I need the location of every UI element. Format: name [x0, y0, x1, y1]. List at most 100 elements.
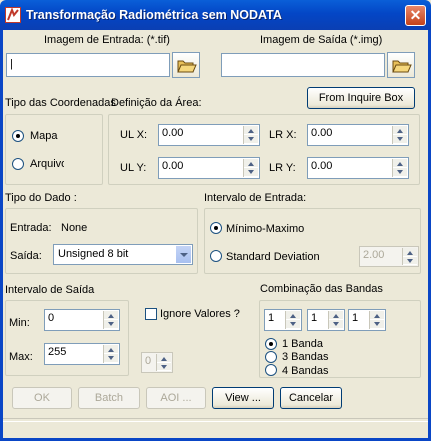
- band-1-spinner[interactable]: [285, 311, 300, 329]
- spin-up-icon[interactable]: [370, 311, 384, 320]
- bands-3-radio[interactable]: [265, 351, 277, 363]
- lry-label: LR Y:: [269, 162, 296, 174]
- uly-input[interactable]: 0.00: [158, 157, 260, 179]
- spin-up-icon[interactable]: [329, 311, 343, 320]
- area-definition-label: Definição da Área:: [111, 97, 202, 109]
- spin-down-icon[interactable]: [104, 320, 118, 329]
- spin-down-icon: [157, 363, 171, 371]
- band-2-spinner[interactable]: [328, 311, 343, 329]
- interval-minmax-label: Mínimo-Maximo: [226, 223, 305, 235]
- data-input-value: None: [61, 222, 88, 234]
- spin-down-icon[interactable]: [329, 320, 343, 329]
- data-output-value: Unsigned 8 bit: [58, 248, 129, 260]
- lrx-label: LR X:: [269, 129, 297, 141]
- spin-up-icon[interactable]: [393, 159, 407, 168]
- interval-minmax-radio[interactable]: [210, 222, 222, 234]
- lrx-input[interactable]: 0.00: [307, 124, 409, 146]
- input-image-label: Imagem de Entrada: (*.tif): [44, 34, 170, 46]
- input-interval-label: Intervalo de Entrada:: [204, 192, 307, 204]
- coords-mapa-label: Mapa: [30, 130, 58, 142]
- band-2-value: 1: [311, 312, 318, 324]
- band-2-input[interactable]: 1: [307, 309, 345, 331]
- output-image-field[interactable]: [221, 53, 385, 77]
- ulx-input[interactable]: 0.00: [158, 124, 260, 146]
- spin-down-icon[interactable]: [104, 354, 118, 363]
- output-interval-label: Intervalo de Saída: [5, 284, 95, 296]
- spin-up-icon[interactable]: [286, 311, 300, 320]
- spin-up-icon: [403, 248, 417, 257]
- spin-up-icon[interactable]: [393, 126, 407, 135]
- lry-value: 0.00: [311, 160, 333, 172]
- chevron-down-icon[interactable]: [175, 246, 191, 263]
- ignore-value-spinner: [156, 354, 171, 371]
- stddev-value: 2.00: [363, 249, 385, 261]
- lry-spinner[interactable]: [392, 159, 407, 177]
- spin-down-icon[interactable]: [370, 320, 384, 329]
- min-value: 0: [48, 312, 55, 324]
- input-image-value: |: [10, 58, 13, 70]
- spin-down-icon[interactable]: [286, 320, 300, 329]
- ulx-label: UL X:: [120, 129, 148, 141]
- min-input[interactable]: 0: [44, 309, 120, 331]
- input-browse-button[interactable]: [172, 52, 200, 78]
- lrx-value: 0.00: [311, 127, 333, 139]
- ignore-value-input: 0: [141, 352, 173, 373]
- interval-stddev-radio[interactable]: [210, 250, 222, 262]
- coords-arquivo-radio[interactable]: [12, 158, 24, 170]
- spin-down-icon[interactable]: [393, 135, 407, 144]
- spin-down-icon[interactable]: [244, 135, 258, 144]
- spin-down-icon[interactable]: [244, 168, 258, 177]
- bands-4-label: 4 Bandas: [282, 365, 329, 377]
- max-value: 255: [48, 346, 67, 358]
- band-3-spinner[interactable]: [369, 311, 384, 329]
- min-label: Min:: [9, 317, 30, 329]
- input-image-field[interactable]: |: [6, 53, 170, 77]
- ignore-values-label: Ignore Valores ?: [160, 308, 240, 320]
- from-inquire-box-button[interactable]: From Inquire Box: [307, 87, 415, 109]
- folder-open-icon: [392, 60, 412, 73]
- coords-group: [5, 114, 103, 185]
- ulx-spinner[interactable]: [243, 126, 258, 144]
- max-spinner[interactable]: [103, 345, 118, 363]
- data-output-select[interactable]: Unsigned 8 bit: [53, 244, 193, 265]
- band-3-value: 1: [352, 312, 359, 324]
- max-input[interactable]: 255: [44, 343, 120, 365]
- lrx-spinner[interactable]: [392, 126, 407, 144]
- window-title: Transformação Radiométrica sem NODATA: [26, 8, 282, 22]
- batch-button[interactable]: Batch: [78, 387, 140, 409]
- spin-up-icon[interactable]: [244, 126, 258, 135]
- bands-1-radio[interactable]: [265, 338, 277, 350]
- spin-down-icon[interactable]: [393, 168, 407, 177]
- data-input-label: Entrada:: [10, 222, 52, 234]
- uly-label: UL Y:: [120, 162, 147, 174]
- output-browse-button[interactable]: [387, 52, 415, 78]
- bands-3-label: 3 Bandas: [282, 351, 329, 363]
- min-spinner[interactable]: [103, 311, 118, 329]
- coords-mapa-radio[interactable]: [12, 130, 24, 142]
- bands-4-radio[interactable]: [265, 364, 277, 376]
- band-1-input[interactable]: 1: [264, 309, 302, 331]
- band-1-value: 1: [268, 312, 275, 324]
- bands-label: Combinação das Bandas: [260, 283, 383, 295]
- spin-up-icon[interactable]: [244, 159, 258, 168]
- stddev-input: 2.00: [359, 246, 419, 267]
- data-type-label: Tipo do Dado :: [5, 192, 77, 204]
- spin-up-icon[interactable]: [104, 311, 118, 320]
- ok-button[interactable]: OK: [12, 387, 72, 409]
- uly-spinner[interactable]: [243, 159, 258, 177]
- max-label: Max:: [9, 351, 33, 363]
- status-bar: [3, 421, 428, 438]
- ignore-values-checkbox[interactable]: [145, 308, 157, 320]
- lry-input[interactable]: 0.00: [307, 157, 409, 179]
- coords-type-label: Tipo das Coordenadas: [5, 97, 116, 109]
- cancel-button[interactable]: Cancelar: [280, 387, 342, 409]
- aoi-button[interactable]: AOI ...: [146, 387, 206, 409]
- footer-divider: [3, 418, 428, 419]
- coords-arquivo-label: Arquivo: [30, 158, 64, 170]
- spin-up-icon[interactable]: [104, 345, 118, 354]
- band-3-input[interactable]: 1: [348, 309, 386, 331]
- stddev-spinner: [402, 248, 417, 265]
- view-button[interactable]: View ...: [212, 387, 274, 409]
- spin-down-icon: [403, 257, 417, 265]
- close-button[interactable]: ✕: [405, 5, 426, 26]
